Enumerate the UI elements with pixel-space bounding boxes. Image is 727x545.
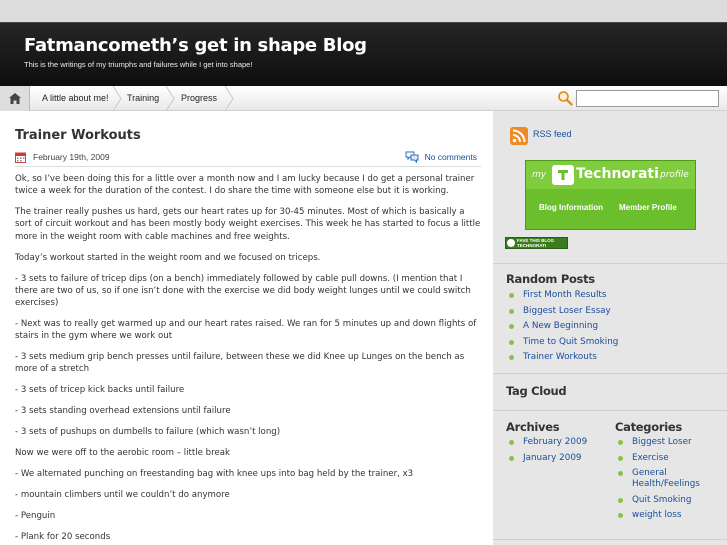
random-post-link[interactable]: Time to Quit Smoking — [506, 337, 618, 348]
blog-subtitle: This is the writings of my triumphs and … — [24, 60, 253, 69]
sidebar-divider — [493, 539, 727, 540]
archive-link[interactable]: February 2009 — [506, 437, 606, 448]
technorati-my: my — [532, 170, 547, 180]
random-post-link[interactable]: Trainer Workouts — [506, 352, 618, 363]
random-post-link[interactable]: Biggest Loser Essay — [506, 306, 618, 317]
archives-heading: Archives — [506, 420, 560, 434]
technorati-widget: my Technorati profile Blog Information M… — [525, 160, 696, 230]
post-paragraph: - 3 sets of pushups on dumbells to failu… — [15, 427, 281, 438]
post-date: February 19th, 2009 — [33, 152, 110, 162]
random-posts-list: First Month Results Biggest Loser Essay … — [506, 290, 618, 368]
sidebar-divider — [493, 263, 727, 264]
nav-separator — [165, 86, 175, 111]
random-post-link[interactable]: First Month Results — [506, 290, 618, 301]
category-link[interactable]: weight loss — [615, 510, 725, 521]
fave-text: FAVE THIS BLOG TECHNORATI — [517, 238, 554, 248]
comments-icon — [405, 151, 419, 163]
post-paragraph: - Next was to really get warmed up and o… — [15, 319, 477, 342]
comments-link[interactable]: No comments — [425, 152, 477, 162]
nav-item-about[interactable]: A little about me! — [42, 86, 109, 111]
tag-cloud-heading: Tag Cloud — [506, 384, 567, 398]
archives-list: February 2009 January 2009 — [506, 437, 606, 468]
browser-top-strip — [0, 0, 727, 22]
sidebar-divider — [493, 410, 727, 411]
search-icon[interactable] — [557, 90, 573, 106]
post-paragraph: - We alternated punching on freestanding… — [15, 469, 414, 480]
category-link[interactable]: General Health/Feelings — [615, 468, 725, 490]
post-paragraph: - 3 sets of tricep kick backs until fail… — [15, 385, 185, 396]
nav-item-progress[interactable]: Progress — [181, 86, 217, 111]
categories-heading: Categories — [615, 420, 682, 434]
post-paragraph: Now we were off to the aerobic room – li… — [15, 448, 230, 459]
random-posts-heading: Random Posts — [506, 272, 595, 286]
post-paragraph: - Penguin — [15, 511, 56, 522]
technorati-links: Blog Information Member Profile — [526, 197, 695, 221]
post-paragraph: Ok, so I’ve been doing this for a little… — [15, 174, 475, 197]
categories-list: Biggest Loser Exercise General Health/Fe… — [615, 437, 725, 526]
post-meta: February 19th, 2009 No comments — [15, 151, 481, 167]
technorati-logo-icon — [552, 165, 574, 185]
fave-technorati-badge[interactable]: FAVE THIS BLOG TECHNORATI — [505, 237, 568, 249]
check-icon — [507, 239, 515, 247]
fave-line2: TECHNORATI — [517, 243, 547, 248]
blog-title[interactable]: Fatmancometh’s get in shape Blog — [24, 35, 367, 56]
post-body: Ok, so I’ve been doing this for a little… — [15, 173, 483, 545]
rss-feed-link[interactable]: RSS feed — [533, 129, 572, 139]
post-title[interactable]: Trainer Workouts — [15, 128, 141, 143]
nav-separator — [224, 86, 234, 111]
technorati-member-profile-link[interactable]: Member Profile — [619, 203, 677, 212]
post-paragraph: - 3 sets medium grip bench presses until… — [15, 352, 465, 375]
search-input[interactable] — [576, 90, 719, 107]
category-link[interactable]: Exercise — [615, 453, 725, 464]
technorati-blog-information-link[interactable]: Blog Information — [539, 203, 603, 212]
post-paragraph: The trainer really pushes us hard, gets … — [15, 207, 481, 242]
nav-item-training[interactable]: Training — [127, 86, 159, 111]
sidebar: RSS feed my Technorati profile Blog Info… — [493, 111, 727, 545]
main-nav: A little about me! Training Progress — [0, 86, 727, 111]
category-link[interactable]: Biggest Loser — [615, 437, 725, 448]
nav-separator — [112, 86, 122, 111]
post-paragraph: - mountain climbers until we couldn’t do… — [15, 490, 230, 501]
sidebar-divider — [493, 373, 727, 374]
post-paragraph: - 3 sets standing overhead extensions un… — [15, 406, 231, 417]
technorati-name: Technorati — [576, 166, 659, 182]
random-post-link[interactable]: A New Beginning — [506, 321, 618, 332]
post-paragraph: - Plank for 20 seconds — [15, 532, 111, 543]
technorati-header: my Technorati profile — [526, 161, 695, 189]
technorati-profile: profile — [660, 170, 689, 180]
archive-link[interactable]: January 2009 — [506, 453, 606, 464]
blog-header: Fatmancometh’s get in shape Blog This is… — [0, 22, 727, 86]
category-link[interactable]: Quit Smoking — [615, 495, 725, 506]
home-button[interactable] — [0, 86, 30, 111]
main-content: Trainer Workouts February 19th, 2009 No … — [0, 111, 493, 545]
rss-icon[interactable] — [510, 127, 528, 145]
calendar-icon — [15, 152, 26, 163]
home-icon — [8, 93, 21, 104]
post-paragraph: Today’s workout started in the weight ro… — [15, 252, 321, 263]
post-paragraph: - 3 sets to failure of tricep dips (on a… — [15, 273, 471, 309]
